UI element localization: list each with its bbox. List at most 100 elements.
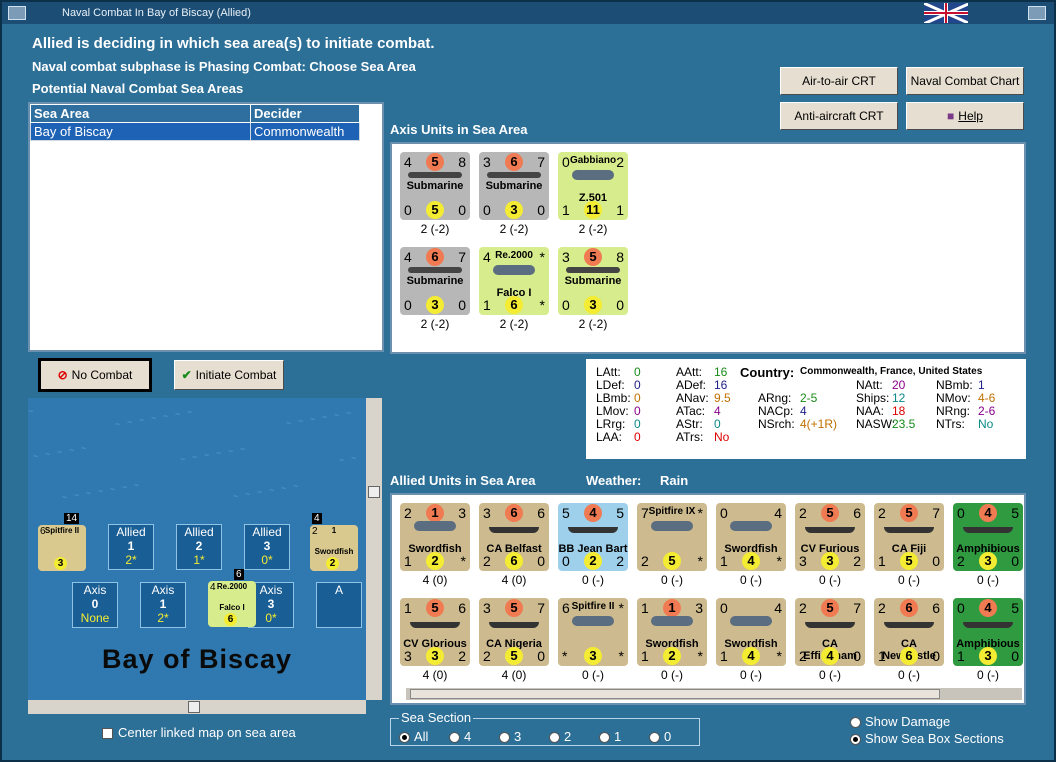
allied-units-scrollbar[interactable]	[406, 688, 1022, 700]
unit-counter[interactable]: 0 4 Swordfish 1 * 4	[716, 598, 786, 666]
unit-counter[interactable]: 3 7 6 Submarine 0 0 3	[479, 152, 549, 220]
help-button[interactable]: ■ Help	[906, 102, 1024, 130]
unit-counter[interactable]: 5 5 4 BB Jean Bart 0 2 2	[558, 503, 628, 571]
system-menu-icon[interactable]	[8, 6, 26, 20]
axis-zone[interactable]: A	[316, 582, 362, 628]
sea-section-radio[interactable]: 2	[549, 729, 583, 744]
stack-count: 6	[234, 569, 244, 580]
unit-counter[interactable]: 2 6 5 CV Furious 3 2 3	[795, 503, 865, 571]
wave-icon: ~	[233, 491, 239, 501]
unit-counter[interactable]: 3 6 6 CA Belfast 2 0 6	[479, 503, 549, 571]
radio-icon[interactable]	[549, 732, 560, 744]
zone-label: Allied	[184, 525, 214, 539]
unit-counter[interactable]: 0 5 4 Amphibious 1 0 3	[953, 598, 1023, 666]
axis-zone[interactable]: Axis 0 None	[72, 582, 118, 628]
no-combat-button[interactable]: ⊘ No Combat	[38, 358, 152, 392]
zone-value: 2*	[157, 611, 169, 625]
center-map-checkbox[interactable]: Center linked map on sea area	[102, 725, 296, 740]
map-unit-stack[interactable]: 6 Spitfire II 3	[38, 525, 86, 571]
radio-label: Show Sea Box Sections	[865, 731, 1004, 746]
sea-area-map[interactable]: Bay of Biscay ~ ~ ~ ~ ~ ~ ~ ~ ~ ~ ~ ~ ~ ~ ~ ~ ~ ~ ~ ~ ~ ~ ~ ~ ~ ~…	[28, 398, 366, 700]
anti-aircraft-crt-button[interactable]: Anti-aircraft CRT	[780, 102, 898, 130]
air-to-air-crt-button[interactable]: Air-to-air CRT	[780, 67, 898, 95]
move-value: *	[697, 648, 703, 664]
unit-counter[interactable]: 0 2 Gabbiano Z.501 1 1 11	[558, 152, 628, 220]
bottom-value: 4	[742, 647, 760, 665]
wave-icon: ~	[298, 416, 304, 426]
stat-value: 4	[800, 404, 807, 418]
unit-counter[interactable]: 1 6 5 CV Glorious 3 2 3	[400, 598, 470, 666]
bottom-value: 5	[663, 552, 681, 570]
stat-label: LAA:	[596, 430, 623, 444]
sea-section-radio[interactable]: 4	[449, 729, 483, 744]
sea-section-radio[interactable]: 3	[499, 729, 533, 744]
sea-area-header[interactable]: Sea Area	[30, 104, 251, 123]
defense-value: 2	[483, 553, 491, 569]
bottom-value: 5	[426, 201, 444, 219]
allied-zone[interactable]: Allied 1 2*	[108, 524, 154, 570]
map-horizontal-scrollbar[interactable]	[28, 700, 366, 714]
decider-cell[interactable]: Commonwealth	[250, 122, 360, 141]
attack-value: 2	[878, 600, 886, 616]
radio-icon[interactable]	[449, 732, 460, 744]
unit-counter[interactable]: 4 8 5 Submarine 0 0 5	[400, 152, 470, 220]
allied-zone[interactable]: Allied 2 1*	[176, 524, 222, 570]
unit-name: Submarine	[485, 180, 543, 192]
unit-counter[interactable]: 1 3 1 Swordfish 1 * 2	[637, 598, 707, 666]
radio-icon[interactable]	[850, 734, 861, 746]
wave-icon: ~	[62, 492, 68, 502]
title-bar: Naval Combat In Bay of Biscay (Allied)	[2, 2, 1054, 24]
scroll-thumb[interactable]	[368, 486, 380, 498]
radio-icon[interactable]	[850, 717, 861, 729]
allied-zone[interactable]: Allied 3 0*	[244, 524, 290, 570]
defense-value: 0	[404, 297, 412, 313]
sea-section-options: All 4 3 2 1 0	[399, 729, 699, 744]
defense-value: 0	[562, 297, 570, 313]
zone-value: 0*	[261, 553, 273, 567]
unit-counter[interactable]: 266CA Newcastle106	[874, 598, 944, 666]
wave-icon: ~	[33, 451, 39, 461]
radio-icon[interactable]	[599, 732, 610, 744]
scroll-thumb[interactable]	[188, 701, 200, 713]
move-value: 0	[1011, 648, 1019, 664]
sea-area-cell[interactable]: Bay of Biscay	[30, 122, 251, 141]
unit-counter[interactable]: 6 * Spitfire II * * 3	[558, 598, 628, 666]
stat-label: AAtt:	[676, 365, 703, 379]
display-option-radio[interactable]: Show Sea Box Sections	[850, 730, 1004, 747]
map-unit-stack[interactable]: 4 Re.2000 Falco I6	[208, 581, 256, 627]
unit-counter[interactable]: 7 * Spitfire IX 2 * 5	[637, 503, 707, 571]
radio-icon[interactable]	[649, 732, 660, 744]
axis-zone[interactable]: Axis 1 2*	[140, 582, 186, 628]
map-unit-stack[interactable]: 2 1 Swordfish 2	[310, 525, 358, 571]
unit-counter[interactable]: 4 7 6 Submarine 0 0 3	[400, 247, 470, 315]
wave-icon: ~	[134, 480, 140, 490]
unit-counter[interactable]: 2 3 1 Swordfish 1 * 2	[400, 503, 470, 571]
checkbox-icon[interactable]	[102, 728, 113, 740]
map-vertical-scrollbar[interactable]	[366, 398, 382, 700]
wave-icon: ~	[286, 418, 292, 428]
sea-area-list[interactable]: Sea Area Decider Bay of Biscay Commonwealt…	[28, 102, 384, 352]
unit-counter[interactable]: 3 8 5 Submarine 0 0 3	[558, 247, 628, 315]
display-option-radio[interactable]: Show Damage	[850, 713, 1004, 730]
unit-counter[interactable]: 0 4 Swordfish 1 * 4	[716, 503, 786, 571]
weather-label: Weather:	[586, 473, 642, 488]
radio-icon[interactable]	[399, 732, 410, 744]
unit-counter[interactable]: 2 7 5 CA Fiji 1 0 5	[874, 503, 944, 571]
unit-counter[interactable]: 275CA Effingham204	[795, 598, 865, 666]
initiate-combat-button[interactable]: ✔ Initiate Combat	[174, 360, 284, 390]
initiate-combat-label: Initiate Combat	[195, 368, 277, 382]
unit-counter[interactable]: 3 7 5 CA Nigeria 2 0 5	[479, 598, 549, 666]
sea-section-radio[interactable]: 0	[649, 729, 683, 744]
radio-icon[interactable]	[499, 732, 510, 744]
sea-section-radio[interactable]: All	[399, 729, 433, 744]
unit-model: Spitfire IX	[648, 506, 696, 517]
close-window-icon[interactable]	[1028, 6, 1046, 20]
unit-counter[interactable]: 4 * Re.2000 Falco I 1 * 6	[479, 247, 549, 315]
zone-label: Allied	[252, 525, 282, 539]
sea-section-radio[interactable]: 1	[599, 729, 633, 744]
naval-combat-chart-button[interactable]: Naval Combat Chart	[906, 67, 1024, 95]
scroll-thumb[interactable]	[410, 689, 940, 699]
table-row[interactable]: Bay of Biscay Commonwealth	[30, 122, 360, 141]
decider-header[interactable]: Decider	[250, 104, 360, 123]
unit-counter[interactable]: 0 5 4 Amphibious 2 0 3	[953, 503, 1023, 571]
